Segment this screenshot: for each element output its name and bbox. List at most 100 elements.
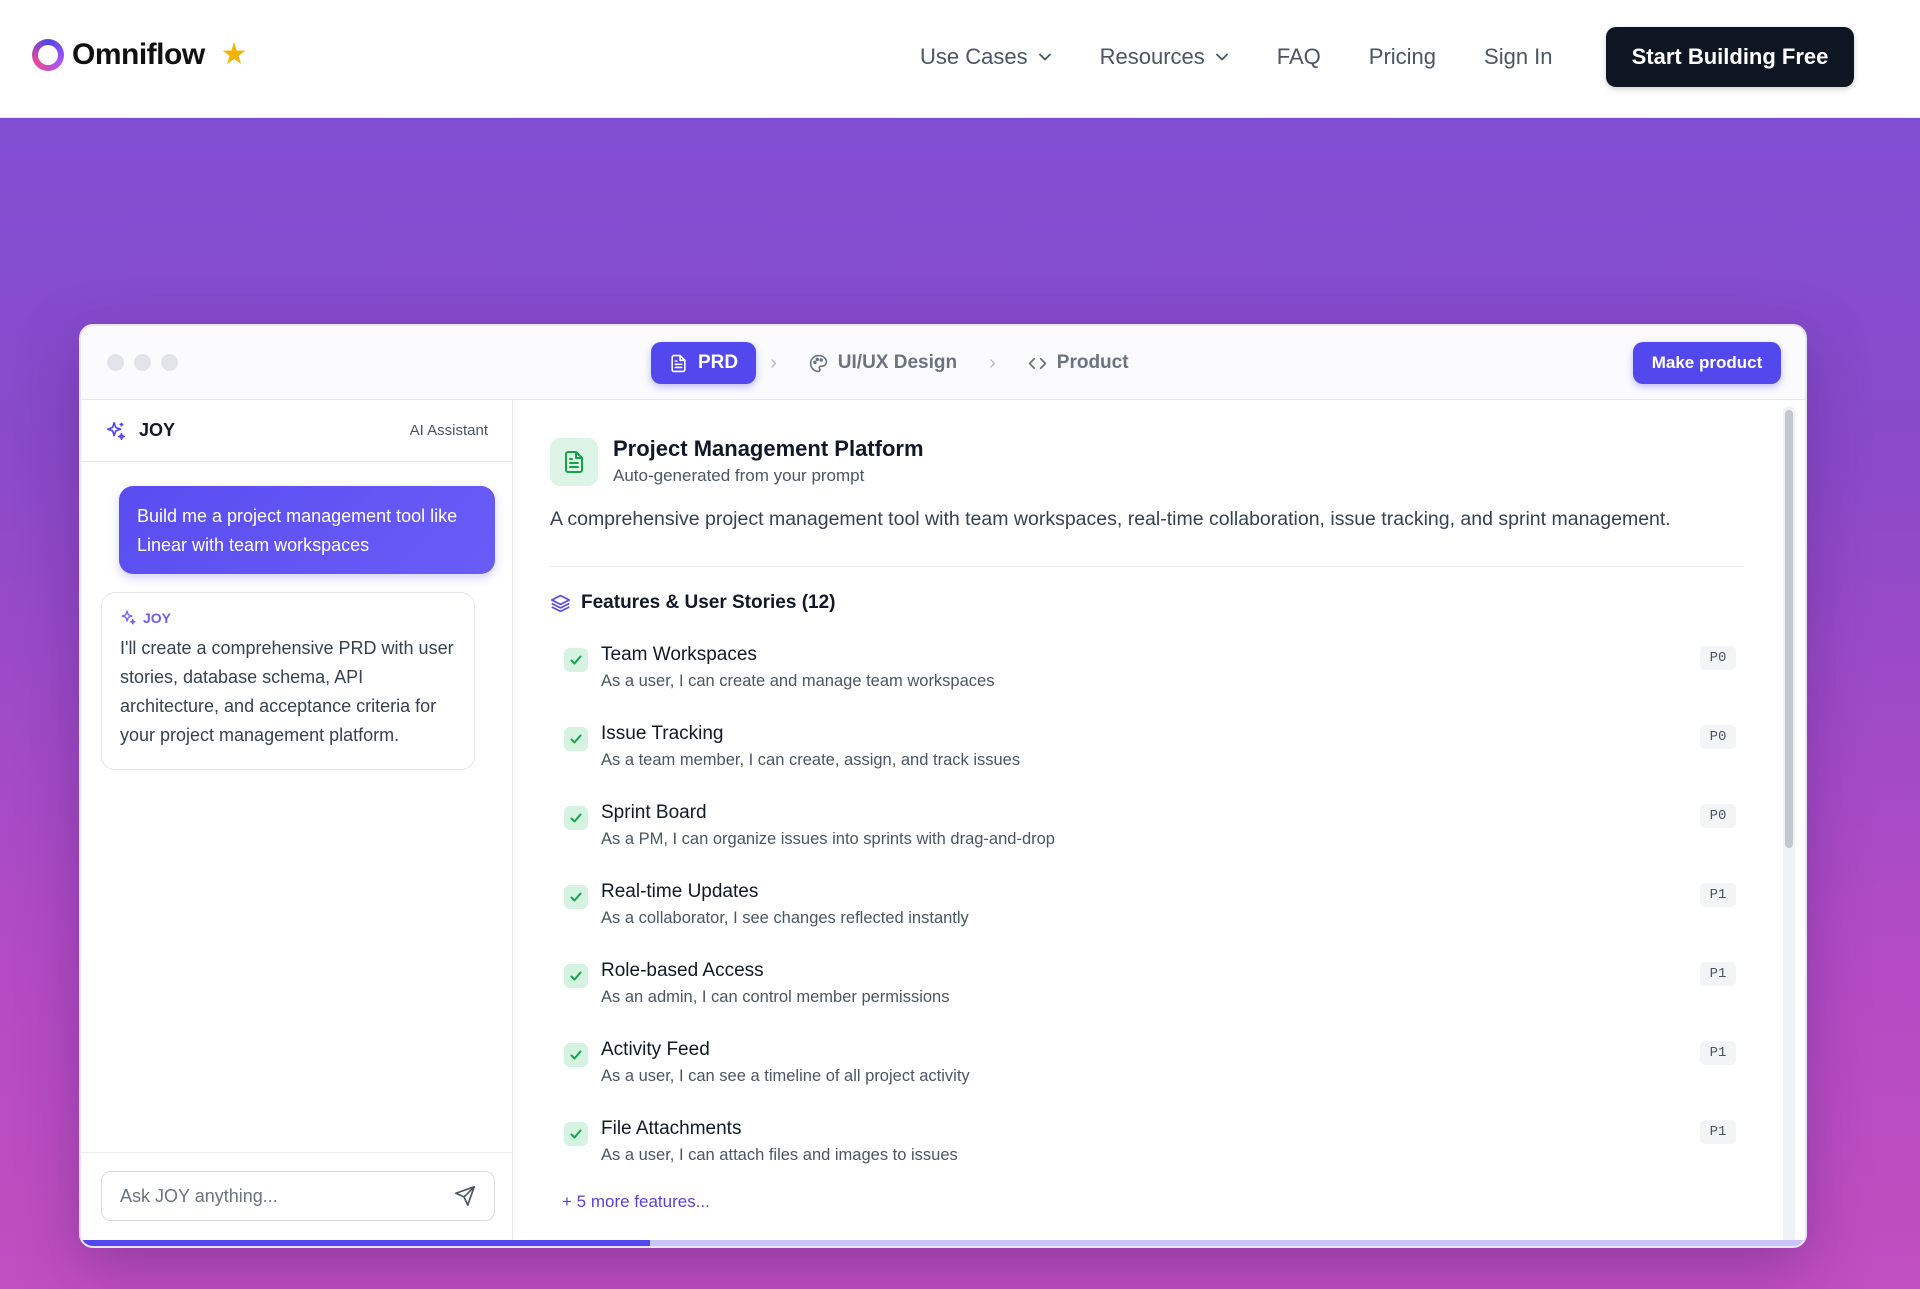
chevron-right-icon: › xyxy=(989,351,996,374)
feature-story: As a collaborator, I see changes reflect… xyxy=(601,909,969,927)
app-preview-window: PRD › UI/UX Design › Product Make produc… xyxy=(79,324,1807,1248)
step-uiux-design[interactable]: UI/UX Design xyxy=(791,342,975,384)
brand-logo[interactable]: Omniflow ★ xyxy=(32,38,248,72)
window-header: PRD › UI/UX Design › Product Make produc… xyxy=(81,326,1805,400)
feature-row[interactable]: Activity Feed As a user, I can see a tim… xyxy=(564,1039,1736,1118)
progress-bar-fill xyxy=(81,1240,650,1246)
feature-row[interactable]: Role-based Access As an admin, I can con… xyxy=(564,960,1736,1039)
nav-links: Use Cases Resources FAQ Pricing Sign In xyxy=(920,40,1601,74)
nav-faq[interactable]: FAQ xyxy=(1277,40,1321,74)
sparkles-icon xyxy=(106,421,126,440)
feature-story: As a team member, I can create, assign, … xyxy=(601,751,1021,769)
brand-name: Omniflow xyxy=(72,38,205,71)
window-controls xyxy=(107,354,188,371)
step-product-label: Product xyxy=(1056,352,1129,373)
omniflow-logo-icon xyxy=(32,39,64,71)
step-prd-label: PRD xyxy=(698,352,739,373)
feature-story: As an admin, I can control member permis… xyxy=(601,988,950,1006)
chat-subtitle: AI Assistant xyxy=(409,422,488,439)
scrollbar[interactable] xyxy=(1783,406,1795,1244)
nav-resources[interactable]: Resources xyxy=(1100,40,1229,74)
user-message: Build me a project management tool like … xyxy=(119,486,495,574)
feature-story: As a user, I can create and manage team … xyxy=(601,672,995,690)
feature-story: As a PM, I can organize issues into spri… xyxy=(601,830,1055,848)
layers-icon xyxy=(550,594,571,612)
feature-name: Issue Tracking xyxy=(601,723,724,744)
features-heading: Features & User Stories (12) xyxy=(550,592,836,614)
step-uiux-label: UI/UX Design xyxy=(837,352,958,373)
prd-description: A comprehensive project management tool … xyxy=(550,508,1671,530)
check-icon xyxy=(564,806,588,830)
divider xyxy=(550,566,1744,567)
chat-input[interactable]: Ask JOY anything... xyxy=(101,1171,495,1221)
star-icon: ★ xyxy=(220,38,248,71)
window-dot xyxy=(161,354,178,371)
step-prd[interactable]: PRD xyxy=(651,342,757,384)
priority-badge: P0 xyxy=(1700,804,1736,828)
feature-row[interactable]: Team Workspaces As a user, I can create … xyxy=(564,644,1736,723)
feature-name: Team Workspaces xyxy=(601,644,757,665)
joy-chat-panel: JOY AI Assistant Build me a project mana… xyxy=(81,400,513,1246)
progress-bar xyxy=(81,1240,1805,1246)
nav-resources-label: Resources xyxy=(1099,44,1205,69)
ai-message-label: JOY xyxy=(143,609,172,626)
window-dot xyxy=(134,354,151,371)
feature-name: Sprint Board xyxy=(601,802,707,823)
prd-subtitle: Auto-generated from your prompt xyxy=(613,466,865,485)
chat-input-area: Ask JOY anything... xyxy=(81,1152,512,1246)
check-icon xyxy=(564,964,588,988)
sparkles-icon xyxy=(121,610,136,625)
workflow-steps: PRD › UI/UX Design › Product xyxy=(651,342,1147,384)
feature-story: As a user, I can see a timeline of all p… xyxy=(601,1067,970,1085)
priority-badge: P0 xyxy=(1700,725,1736,749)
feature-row[interactable]: Issue Tracking As a team member, I can c… xyxy=(564,723,1736,802)
feature-name: File Attachments xyxy=(601,1118,742,1139)
chat-title: JOY xyxy=(139,420,176,440)
nav-sign-in[interactable]: Sign In xyxy=(1484,40,1553,74)
nav-pricing-label: Pricing xyxy=(1368,44,1437,69)
nav-use-cases-label: Use Cases xyxy=(920,44,1028,69)
scrollbar-thumb[interactable] xyxy=(1785,410,1793,848)
features-list: Team Workspaces As a user, I can create … xyxy=(564,644,1736,1197)
palette-icon xyxy=(809,354,828,372)
feature-row[interactable]: Real-time Updates As a collaborator, I s… xyxy=(564,881,1736,960)
priority-badge: P1 xyxy=(1700,1041,1736,1065)
chevron-down-icon xyxy=(1215,53,1228,61)
top-nav: Omniflow ★ Use Cases Resources FAQ Prici… xyxy=(0,0,1920,118)
ai-message-text: I'll create a comprehensive PRD with use… xyxy=(120,638,454,745)
priority-badge: P0 xyxy=(1700,646,1736,670)
check-icon xyxy=(564,1043,588,1067)
check-icon xyxy=(564,1122,588,1146)
feature-row[interactable]: Sprint Board As a PM, I can organize iss… xyxy=(564,802,1736,881)
nav-faq-label: FAQ xyxy=(1276,44,1321,69)
check-icon xyxy=(564,727,588,751)
feature-name: Real-time Updates xyxy=(601,881,759,902)
nav-sign-in-label: Sign In xyxy=(1484,44,1553,69)
priority-badge: P1 xyxy=(1700,962,1736,986)
send-icon[interactable] xyxy=(454,1185,476,1207)
nav-use-cases[interactable]: Use Cases xyxy=(920,40,1052,74)
ai-message: JOY I'll create a comprehensive PRD with… xyxy=(101,592,475,770)
check-icon xyxy=(564,885,588,909)
more-features-link[interactable]: + 5 more features... xyxy=(562,1192,710,1212)
document-icon xyxy=(550,438,598,486)
feature-name: Role-based Access xyxy=(601,960,764,981)
prd-title: Project Management Platform xyxy=(613,436,924,461)
chevron-right-icon: › xyxy=(770,351,777,374)
check-icon xyxy=(564,648,588,672)
window-dot xyxy=(107,354,124,371)
features-heading-label: Features & User Stories (12) xyxy=(581,592,836,613)
ai-message-tag: JOY xyxy=(120,609,456,626)
priority-badge: P1 xyxy=(1700,883,1736,907)
chat-header: JOY AI Assistant xyxy=(81,400,512,462)
feature-row[interactable]: File Attachments As a user, I can attach… xyxy=(564,1118,1736,1197)
chat-input-placeholder: Ask JOY anything... xyxy=(120,1185,278,1206)
step-product[interactable]: Product xyxy=(1010,342,1147,384)
chevron-down-icon xyxy=(1038,53,1051,61)
start-building-free-button[interactable]: Start Building Free xyxy=(1606,27,1854,87)
feature-story: As a user, I can attach files and images… xyxy=(601,1146,958,1164)
prd-panel: Project Management Platform Auto-generat… xyxy=(514,400,1805,1246)
priority-badge: P1 xyxy=(1700,1120,1736,1144)
make-product-button[interactable]: Make product xyxy=(1633,342,1781,384)
nav-pricing[interactable]: Pricing xyxy=(1369,40,1436,74)
